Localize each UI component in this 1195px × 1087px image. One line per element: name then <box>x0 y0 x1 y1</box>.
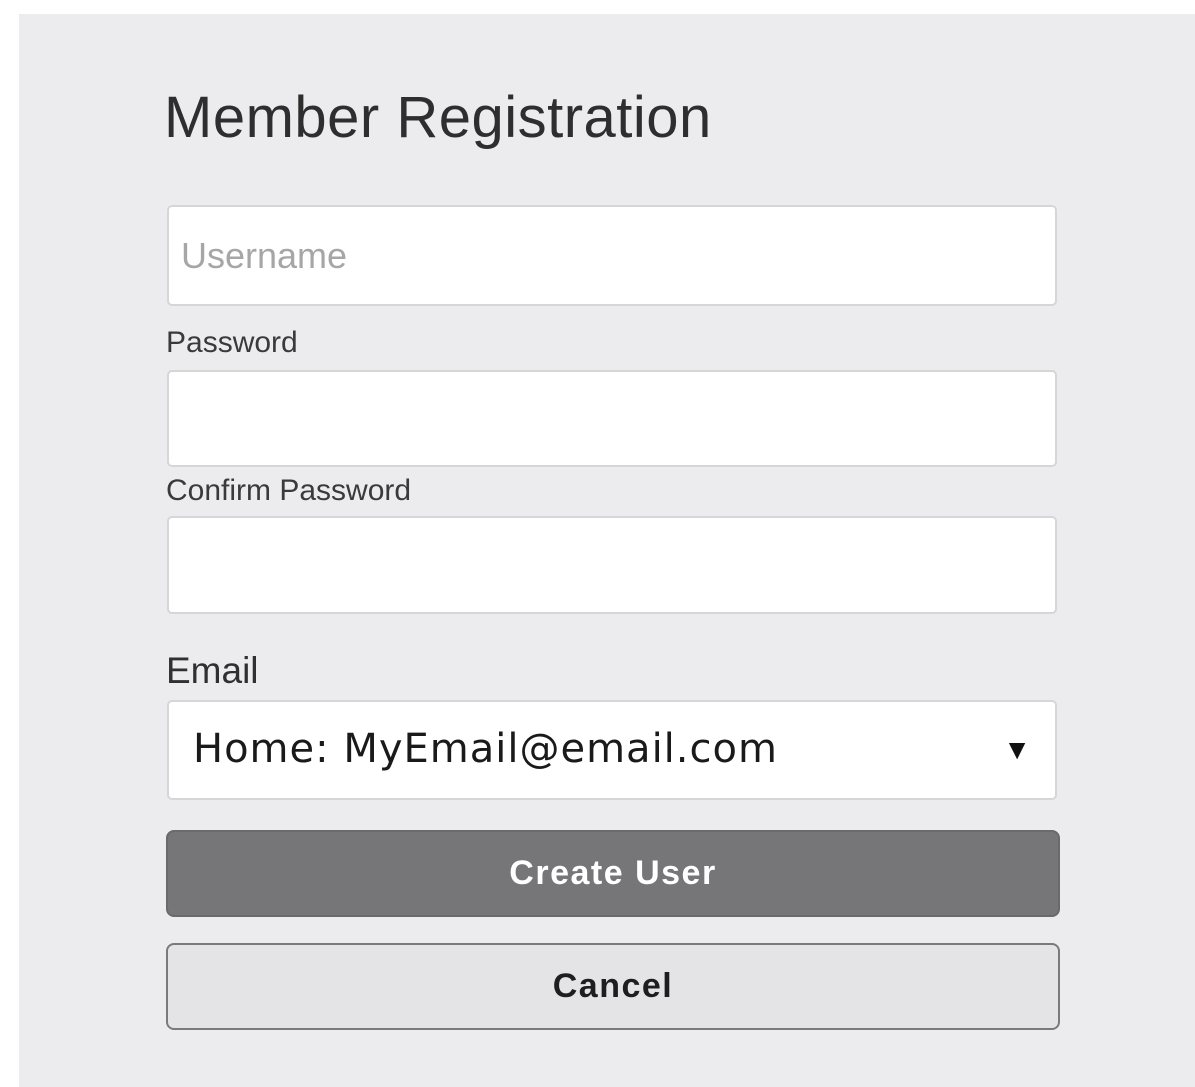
email-select[interactable]: Home: MyEmail@email.com ▼ <box>167 700 1057 800</box>
chevron-down-icon: ▼ <box>1003 734 1031 765</box>
confirm-password-input[interactable] <box>167 516 1057 614</box>
confirm-password-label: Confirm Password <box>166 474 412 507</box>
page-title: Member Registration <box>164 85 712 150</box>
email-label: Email <box>166 650 259 691</box>
password-label: Password <box>166 326 298 359</box>
username-input[interactable] <box>167 205 1057 306</box>
create-user-button[interactable]: Create User <box>166 830 1060 917</box>
password-input[interactable] <box>167 370 1057 467</box>
email-select-value: Home: MyEmail@email.com <box>193 726 778 772</box>
cancel-button[interactable]: Cancel <box>166 943 1060 1030</box>
